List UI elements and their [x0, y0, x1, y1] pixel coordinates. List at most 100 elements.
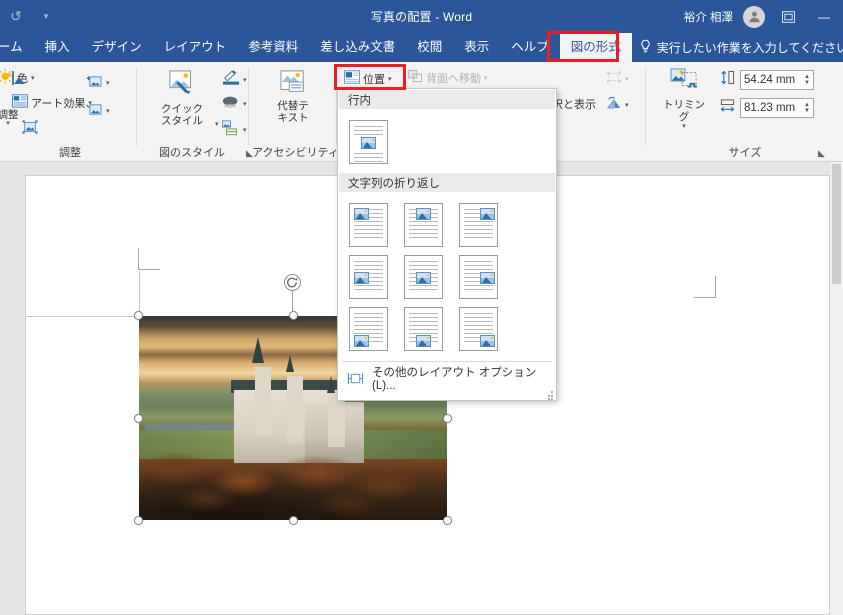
corrections-caret-icon[interactable]: ▾ [6, 120, 10, 128]
quick-styles-button[interactable]: クイック スタイル [152, 70, 212, 127]
shape-width-row: 81.23 mm ▲ ▼ [720, 98, 814, 118]
position-option-bottom-center[interactable] [404, 303, 459, 355]
tab-picture-format[interactable]: 図の形式 [559, 33, 632, 62]
rotation-handle[interactable] [284, 274, 301, 291]
tab-layout[interactable]: レイアウト [153, 33, 238, 62]
ribbon-group-picture-styles: クイック スタイル ▾ ▾ ▾ ▾ 図のスタイル ◣ [140, 62, 258, 162]
send-backward-label: 背面へ移動 [426, 73, 481, 85]
send-backward-icon [408, 70, 423, 86]
position-thumbnail [459, 307, 498, 351]
position-option-middle-right[interactable] [459, 251, 514, 303]
position-option-middle-center[interactable] [404, 251, 459, 303]
group-label-size: サイズ [728, 147, 762, 159]
vertical-scrollbar-thumb[interactable] [832, 164, 841, 284]
artistic-effects-label: アート効果 [31, 97, 86, 110]
resize-handle-top-center[interactable] [289, 311, 298, 320]
picture-layout-button[interactable]: ▾ [222, 120, 247, 139]
transparency-icon [21, 119, 39, 138]
position-option-bottom-right[interactable] [459, 303, 514, 355]
shape-width-field[interactable]: 81.23 mm ▲ ▼ [740, 98, 814, 118]
tab-home[interactable]: ーム [0, 33, 34, 62]
position-option-bottom-left[interactable] [349, 303, 404, 355]
compress-pictures-caret-icon[interactable]: ▾ [106, 79, 110, 87]
dropdown-section-wrap-header: 文字列の折り返し [339, 173, 555, 192]
shape-width-spinner[interactable]: ▲ ▼ [804, 102, 810, 114]
position-thumbnail [349, 120, 388, 164]
group-separator-2 [248, 68, 249, 146]
rotate-objects-button[interactable]: ▾ [606, 96, 629, 113]
position-option-middle-left[interactable] [349, 251, 404, 303]
size-dialog-launcher[interactable]: ◣ [818, 148, 825, 159]
position-option-top-right[interactable] [459, 199, 514, 251]
resize-handle-middle-right[interactable] [443, 414, 452, 423]
more-layout-options-item[interactable]: その他のレイアウト オプション(L)... [338, 364, 556, 392]
resize-handle-bottom-right[interactable] [443, 516, 452, 525]
picture-layout-caret-icon[interactable]: ▾ [243, 126, 247, 134]
tab-references[interactable]: 参考資料 [237, 33, 309, 62]
more-layout-options-label: その他のレイアウト オプション(L)... [372, 367, 537, 392]
position-thumbnail [404, 307, 443, 351]
tab-review[interactable]: 校閲 [406, 33, 453, 62]
resize-handle-bottom-left[interactable] [134, 516, 143, 525]
crop-caret-icon[interactable]: ▾ [682, 123, 686, 131]
alt-text-button[interactable]: 代替テ キスト [270, 70, 316, 124]
position-icon [344, 70, 360, 87]
picture-effects-button[interactable]: ▾ [222, 95, 247, 112]
crop-button[interactable]: トリミング ▾ [658, 68, 710, 131]
send-backward-caret-icon[interactable]: ▾ [484, 74, 488, 82]
quick-styles-label-line1: クイック [161, 103, 203, 116]
tab-mailings[interactable]: 差し込み文書 [309, 33, 406, 62]
selection-pane-label: 択と表示 [552, 99, 596, 111]
position-thumbnail [349, 203, 388, 247]
change-picture-caret-icon[interactable]: ▾ [106, 107, 110, 115]
resize-handle-top-left[interactable] [134, 311, 143, 320]
resize-handle-middle-left[interactable] [134, 414, 143, 423]
resize-grip-icon[interactable] [546, 391, 553, 400]
alt-text-label-line1: 代替テ [277, 100, 309, 113]
position-thumbnail [404, 255, 443, 299]
picture-effects-caret-icon[interactable]: ▾ [243, 100, 247, 108]
group-objects-button[interactable]: ▾ [606, 70, 629, 87]
shape-height-field[interactable]: 54.24 mm ▲ ▼ [740, 70, 814, 90]
forest-region [139, 434, 447, 520]
resize-handle-bottom-center[interactable] [289, 516, 298, 525]
picture-border-button[interactable]: ▾ [222, 70, 247, 89]
tab-insert[interactable]: 挿入 [34, 33, 81, 62]
position-thumbnail [459, 203, 498, 247]
selection-pane-button[interactable]: 択と表示 [552, 96, 596, 112]
tab-help[interactable]: ヘルプ [500, 33, 560, 62]
position-caret-icon[interactable]: ▾ [388, 75, 392, 83]
position-label: 位置 [363, 73, 385, 86]
rotate-objects-icon [606, 96, 622, 113]
minimize-button[interactable]: — [811, 5, 837, 29]
artistic-effects-button[interactable]: アート効果 ▾ [12, 94, 92, 111]
position-thumbnail [459, 255, 498, 299]
position-button[interactable]: 位置 ▾ [344, 70, 392, 87]
picture-border-caret-icon[interactable]: ▾ [243, 76, 247, 84]
transparency-button[interactable] [21, 119, 39, 138]
color-button[interactable]: 色 ▾ [8, 70, 35, 86]
position-option-inline-with-text[interactable] [349, 116, 404, 168]
rotate-objects-caret-icon[interactable]: ▾ [625, 101, 629, 109]
change-picture-button[interactable]: ▾ [86, 102, 110, 120]
position-option-top-center[interactable] [404, 199, 459, 251]
account-name[interactable]: 裕介 相澤 [684, 9, 733, 25]
position-option-top-left[interactable] [349, 199, 404, 251]
tab-design[interactable]: デザイン [81, 33, 153, 62]
tab-view[interactable]: 表示 [453, 33, 500, 62]
vertical-scrollbar[interactable] [830, 162, 843, 615]
avatar[interactable] [743, 5, 765, 28]
shape-height-spinner[interactable]: ▲ ▼ [804, 74, 810, 86]
ribbon-display-options-icon[interactable] [775, 5, 801, 29]
quick-styles-caret-icon[interactable]: ▾ [215, 120, 219, 128]
color-caret-icon[interactable]: ▾ [31, 74, 35, 82]
send-backward-button[interactable]: 背面へ移動 ▾ [408, 70, 488, 86]
group-objects-caret-icon[interactable]: ▾ [625, 75, 629, 83]
compress-pictures-button[interactable]: ▾ [86, 74, 110, 92]
alt-text-label-line2: キスト [277, 112, 309, 125]
crop-icon [669, 68, 699, 97]
tell-me-box[interactable]: 実行したい作業を入力してください [640, 33, 843, 62]
change-picture-icon [86, 102, 103, 120]
ribbon-tab-strip: ーム 挿入 デザイン レイアウト 参考資料 差し込み文書 校閲 表示 ヘルプ 図… [0, 33, 843, 62]
position-dropdown-menu[interactable]: 行内 文字列の折り返し その他のレイアウト オプション(L)... [337, 88, 557, 401]
